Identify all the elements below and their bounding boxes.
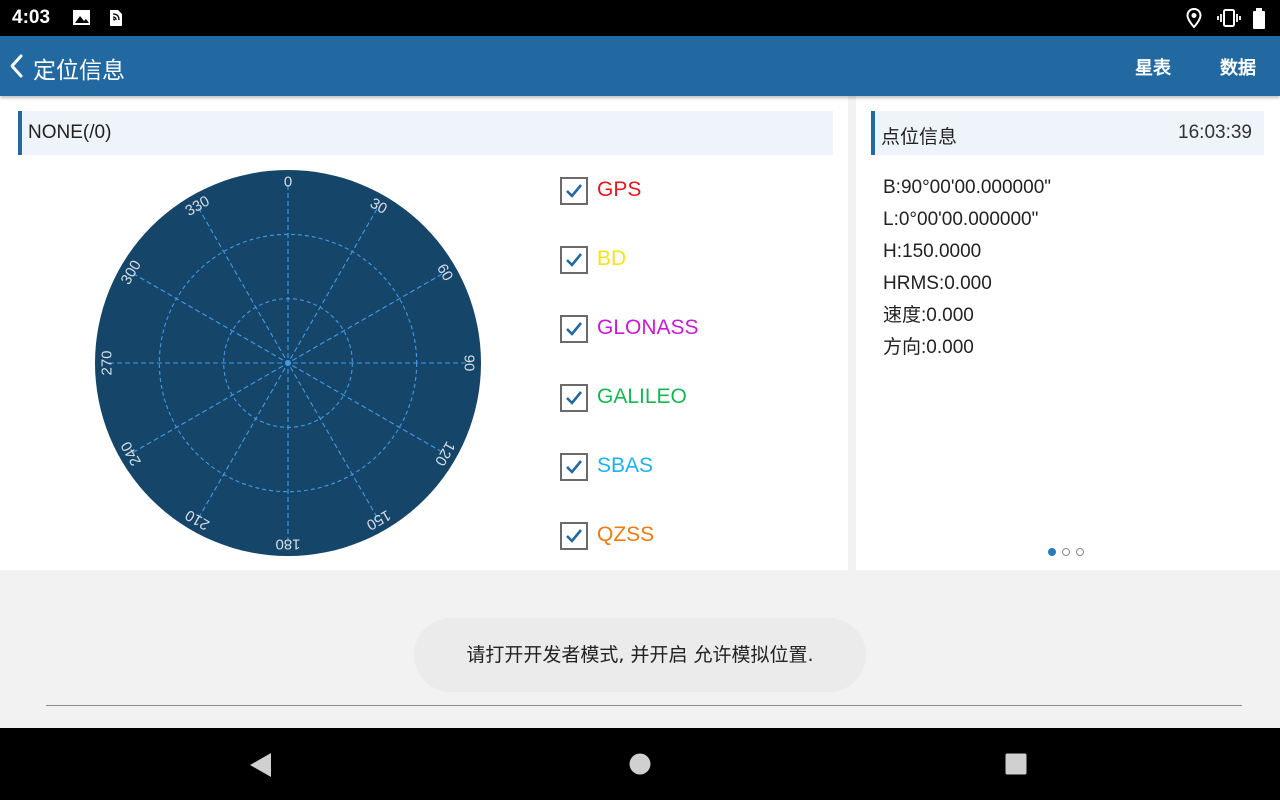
navigation-bar (0, 728, 1280, 800)
info-label: 速度: (883, 305, 927, 326)
azimuth-label-180: 180 (275, 536, 300, 553)
recents-icon[interactable] (1005, 753, 1027, 779)
info-row: B:90°00'00.000000" (883, 172, 1051, 204)
azimuth-label-0: 0 (284, 174, 292, 191)
status-time: 4:03 (12, 7, 51, 28)
info-value: 0.000 (926, 337, 974, 358)
point-info-time: 16:03:39 (1178, 122, 1252, 143)
page-dot[interactable] (1062, 548, 1070, 556)
checkmark-icon (566, 322, 583, 336)
divider (46, 705, 1242, 706)
info-row: 方向:0.000 (883, 332, 1051, 364)
point-info-title: 点位信息 (881, 127, 958, 148)
info-value: 150.0000 (902, 241, 982, 262)
checkbox[interactable] (560, 522, 588, 550)
app-bar: 定位信息 星表 数据 (0, 36, 1280, 96)
status-bar: 4:03 (0, 0, 1280, 36)
sd-card-icon (105, 8, 125, 28)
info-label: B: (883, 177, 901, 198)
checkbox[interactable] (560, 246, 588, 274)
point-info-panel: 点位信息 16:03:39 B:90°00'00.000000" L:0°00'0… (856, 96, 1280, 570)
azimuth-label-90: 90 (461, 355, 478, 372)
skyplot-header: NONE(/0) (18, 111, 833, 155)
page-dot[interactable] (1076, 548, 1084, 556)
page-dot[interactable] (1048, 548, 1056, 556)
checkbox[interactable] (560, 453, 588, 481)
data-button[interactable]: 数据 (1220, 54, 1256, 80)
azimuth-label-270: 270 (99, 350, 116, 375)
system-label: GALILEO (597, 385, 687, 408)
checkmark-icon (566, 391, 583, 405)
star-table-button[interactable]: 星表 (1135, 54, 1171, 80)
info-value: 90°00'00.000000" (900, 177, 1052, 198)
checkmark-icon (566, 253, 583, 267)
vibrate-icon (1217, 8, 1241, 28)
info-label: H: (883, 241, 902, 262)
home-icon[interactable] (629, 753, 651, 779)
location-pin-icon (1184, 7, 1204, 29)
skyplot-panel: NONE(/0) 0 30 60 90 120 150 180 210 240 270 300 330… (0, 96, 848, 570)
info-value: 0.000 (926, 305, 974, 326)
info-label: HRMS: (883, 273, 945, 294)
page-title: 定位信息 (33, 58, 125, 84)
checkbox[interactable] (560, 177, 588, 205)
system-label: QZSS (597, 523, 655, 546)
sky-plot: 0306090120150180210240270300330 (95, 170, 481, 556)
info-label: 方向: (883, 337, 927, 358)
checkmark-icon (566, 184, 583, 198)
info-value: 0.000 (944, 273, 992, 294)
solution-status: NONE(/0) (28, 122, 112, 143)
sky-plot-center (285, 360, 291, 366)
checkmark-icon (566, 460, 583, 474)
system-label: BD (597, 247, 627, 270)
back-arrow-icon[interactable] (6, 52, 28, 80)
back-icon[interactable] (248, 752, 272, 782)
page-indicator (1048, 548, 1090, 558)
battery-icon (1252, 8, 1272, 29)
point-info-header: 点位信息 16:03:39 (871, 111, 1264, 155)
toast-message: 请打开开发者模式, 并开启 允许模拟位置. (414, 618, 866, 692)
info-row: HRMS:0.000 (883, 268, 1051, 300)
checkbox[interactable] (560, 384, 588, 412)
info-label: L: (883, 209, 899, 230)
point-info-list: B:90°00'00.000000" L:0°00'00.000000" H:150… (883, 172, 1051, 364)
system-label: GPS (597, 178, 642, 201)
checkbox[interactable] (560, 315, 588, 343)
info-row: 速度:0.000 (883, 300, 1051, 332)
system-label: GLONASS (597, 316, 699, 339)
info-row: H:150.0000 (883, 236, 1051, 268)
image-icon (72, 8, 92, 28)
info-row: L:0°00'00.000000" (883, 204, 1051, 236)
info-value: 0°00'00.000000" (898, 209, 1039, 230)
system-label: SBAS (597, 454, 654, 477)
checkmark-icon (566, 529, 583, 543)
